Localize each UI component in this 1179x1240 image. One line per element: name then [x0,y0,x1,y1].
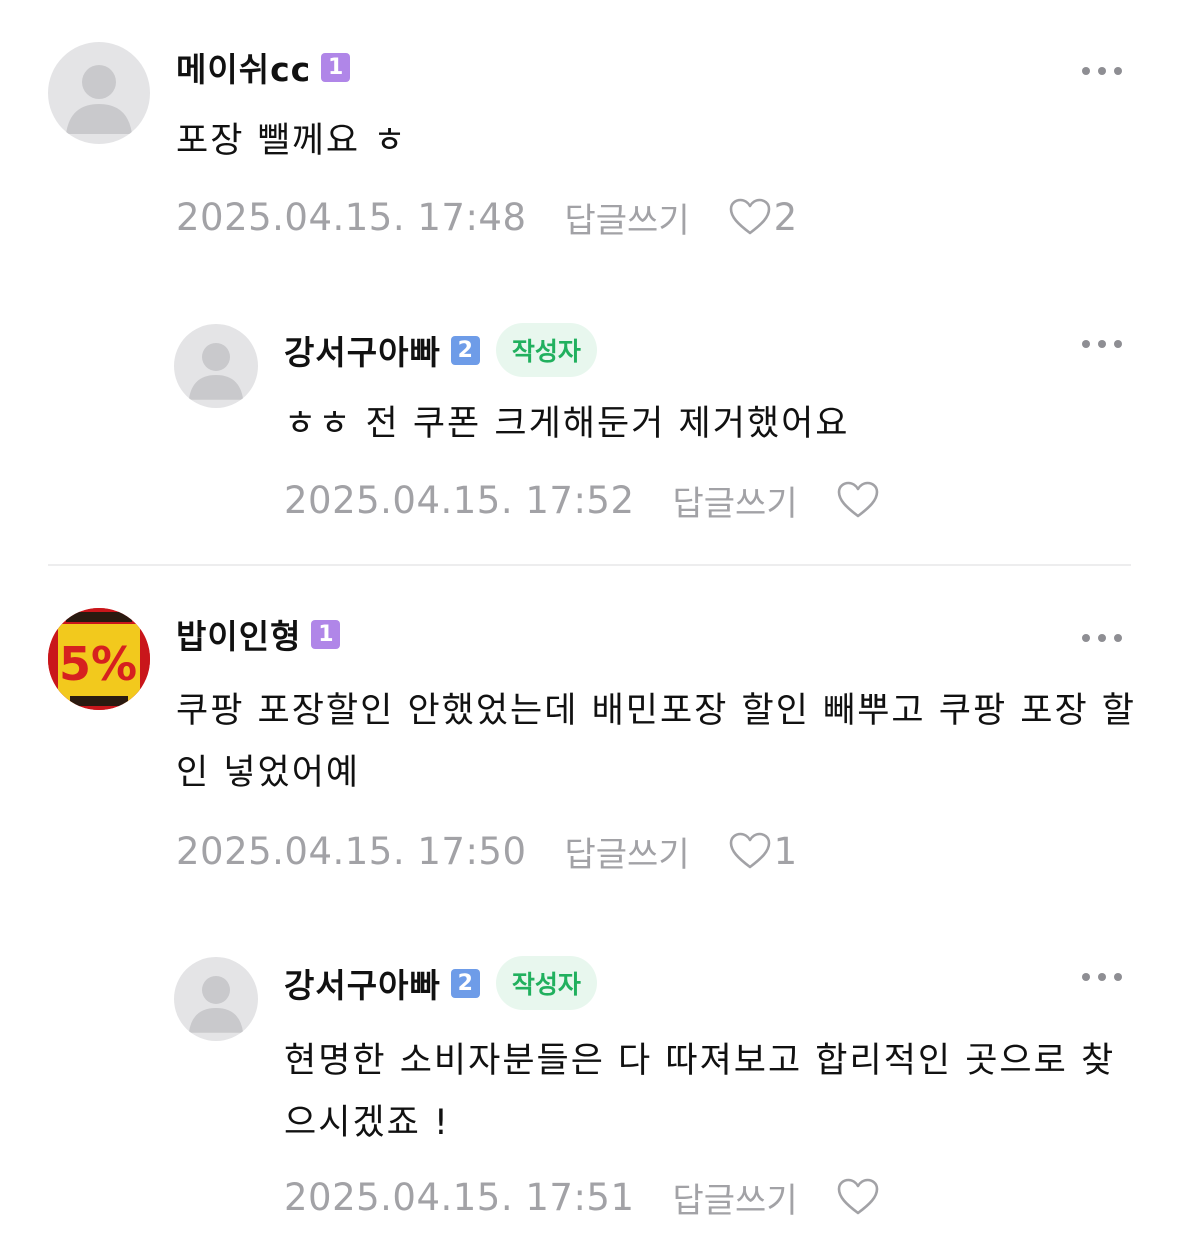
name-row: 메이쉬cc 1 [176,43,351,91]
more-options-icon[interactable] [1082,970,1122,984]
heart-icon [837,1178,878,1215]
like-button[interactable]: 2 [728,195,798,239]
comment-text: 쿠팡 포장할인 안했었는데 배민포장 할인 빼뿌고 쿠팡 포장 할인 넣었어예 [176,691,1137,793]
nickname[interactable]: 밥이인형 [176,610,301,658]
nickname[interactable]: 메이쉬cc [176,43,311,91]
avatar[interactable]: 5% [48,608,150,710]
reply-button[interactable]: 답글쓰기 [565,193,690,242]
comment-date: 2025.04.15. 17:50 [176,829,527,873]
nickname[interactable]: 강서구아빠 [284,959,441,1007]
heart-icon [729,198,770,235]
heart-icon [729,832,770,869]
level-badge: 2 [450,335,480,365]
avatar[interactable] [174,324,258,408]
reply-button[interactable]: 답글쓰기 [565,827,690,876]
more-options-icon[interactable] [1082,64,1122,78]
avatar[interactable] [174,957,258,1041]
avatar-image: 5% [48,608,150,710]
name-row: 강서구아빠 2 작성자 [284,322,597,378]
comment-date: 2025.04.15. 17:52 [284,478,635,522]
more-options-icon[interactable] [1082,631,1122,645]
person-icon [188,975,244,1033]
comment-meta: 2025.04.15. 17:48 답글쓰기 2 [176,192,797,242]
comment-date: 2025.04.15. 17:51 [284,1175,635,1219]
reply-button[interactable]: 답글쓰기 [673,476,798,525]
divider [48,564,1131,566]
reply-button[interactable]: 답글쓰기 [673,1173,798,1222]
comment-meta: 2025.04.15. 17:50 답글쓰기 1 [176,826,797,876]
name-row: 밥이인형 1 [176,610,341,658]
comment-text: ㅎㅎ 전 쿠폰 크게해둔거 제거했어요 [284,404,850,444]
author-badge: 작성자 [495,956,597,1010]
comment-meta: 2025.04.15. 17:52 답글쓰기 [284,475,882,525]
avatar-text: 5% [59,637,137,691]
like-button[interactable] [836,1177,882,1217]
more-options-icon[interactable] [1082,337,1122,351]
comment-text: 현명한 소비자분들은 다 따져보고 합리적인 곳으로 찾으시겠죠 ! [284,1041,1116,1143]
name-row: 강서구아빠 2 작성자 [284,955,597,1011]
level-badge: 1 [321,52,351,82]
like-button[interactable]: 1 [728,829,798,873]
like-count: 1 [773,829,798,873]
like-button[interactable] [836,480,882,520]
level-badge: 2 [450,968,480,998]
heart-icon [837,481,878,518]
comment-text: 포장 뺄께요 ㅎ [176,121,408,161]
author-badge: 작성자 [495,323,597,377]
like-count: 2 [773,195,798,239]
avatar[interactable] [48,42,150,144]
comment-date: 2025.04.15. 17:48 [176,195,527,239]
nickname[interactable]: 강서구아빠 [284,326,441,374]
level-badge: 1 [311,619,341,649]
comment-meta: 2025.04.15. 17:51 답글쓰기 [284,1172,882,1222]
person-icon [66,65,132,134]
person-icon [188,342,244,400]
